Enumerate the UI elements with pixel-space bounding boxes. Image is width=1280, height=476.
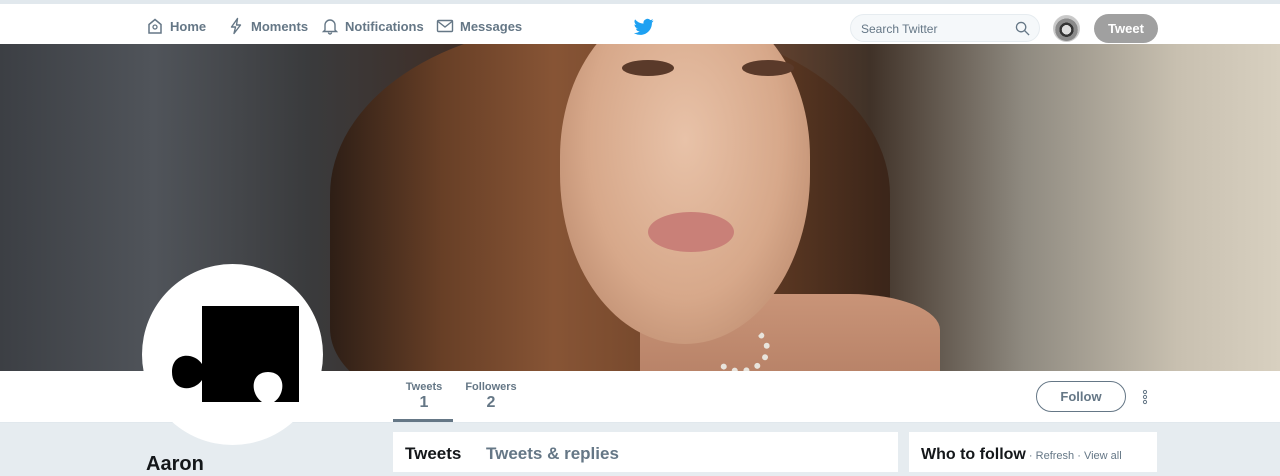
more-options-icon[interactable] [1140, 388, 1150, 406]
tab-tweets-and-replies[interactable]: Tweets & replies [486, 444, 619, 464]
home-icon [148, 18, 162, 34]
tweet-button[interactable]: Tweet [1094, 14, 1158, 43]
separator: · [1074, 450, 1084, 462]
view-all-link[interactable]: View all [1084, 450, 1122, 462]
tweets-stat-label: Tweets [405, 381, 443, 393]
account-avatar[interactable] [1053, 15, 1080, 42]
messages-icon [436, 19, 454, 33]
followers-stat[interactable]: Followers 2 [464, 381, 518, 412]
refresh-link[interactable]: Refresh [1036, 450, 1075, 462]
tweets-stat[interactable]: Tweets 1 [396, 381, 452, 412]
nav-messages[interactable]: Messages [436, 14, 522, 38]
nav-notifications[interactable]: Notifications [321, 14, 424, 38]
notifications-icon [321, 19, 339, 35]
follow-button[interactable]: Follow [1036, 381, 1126, 412]
moments-icon [230, 17, 242, 35]
who-to-follow-title: Who to follow [921, 446, 1026, 463]
profile-name: Aaron [146, 453, 204, 475]
nav-notifications-label: Notifications [345, 18, 424, 34]
tab-tweets[interactable]: Tweets [405, 444, 461, 464]
nav-messages-label: Messages [460, 18, 523, 34]
timeline-card: Tweets Tweets & replies [393, 432, 898, 472]
who-to-follow-card: Who to follow · Refresh · View all [909, 432, 1157, 472]
twitter-logo-icon[interactable] [634, 18, 654, 36]
puzzle-piece-icon [172, 306, 299, 402]
nav-moments-label: Moments [251, 18, 309, 34]
active-stat-underline [393, 419, 453, 422]
search-box[interactable] [850, 14, 1040, 42]
top-navigation-bar: Home Moments Notifications Messages Twee… [0, 0, 1280, 48]
search-input[interactable] [861, 20, 1011, 38]
nav-home-label: Home [170, 18, 207, 34]
separator: · [1025, 450, 1036, 462]
nav-moments[interactable]: Moments [227, 14, 308, 38]
profile-avatar[interactable] [142, 264, 323, 445]
followers-stat-value: 2 [486, 394, 496, 411]
tweets-stat-value: 1 [419, 394, 429, 411]
nav-home[interactable]: Home [146, 14, 206, 38]
search-icon[interactable] [1015, 21, 1030, 36]
followers-stat-label: Followers [465, 381, 517, 393]
